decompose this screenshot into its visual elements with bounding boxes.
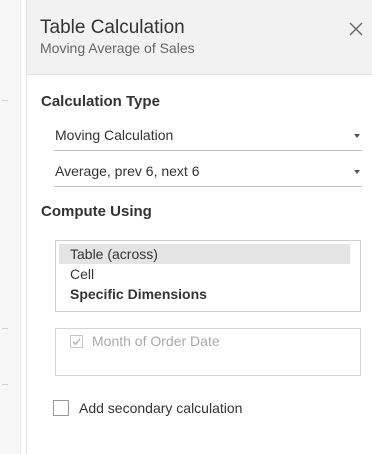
calculation-summary-dropdown[interactable]: Average, prev 6, next 6 xyxy=(54,158,362,187)
calculation-type-heading: Calculation Type xyxy=(41,93,160,110)
strip-tick xyxy=(2,100,8,101)
table-calculation-dialog: Table Calculation Moving Average of Sale… xyxy=(26,0,372,454)
calculation-type-value: Moving Calculation xyxy=(55,127,174,143)
chevron-down-icon xyxy=(354,134,360,138)
strip-tick xyxy=(2,384,8,385)
dimensions-list: Month of Order Date xyxy=(55,328,361,376)
dialog-subtitle: Moving Average of Sales xyxy=(40,40,195,56)
dialog-header: Table Calculation Moving Average of Sale… xyxy=(27,0,372,75)
dimension-label: Month of Order Date xyxy=(92,333,220,349)
checkmark-icon xyxy=(72,338,81,346)
background-panel-strip xyxy=(0,0,21,454)
calculation-summary-value: Average, prev 6, next 6 xyxy=(55,163,200,179)
secondary-calculation-checkbox[interactable] xyxy=(53,400,69,416)
chevron-down-icon xyxy=(354,170,360,174)
dialog-title: Table Calculation xyxy=(40,17,185,38)
compute-using-heading: Compute Using xyxy=(41,203,152,220)
close-button[interactable] xyxy=(347,20,365,38)
strip-tick xyxy=(2,328,8,329)
compute-option-specific-dimensions[interactable]: Specific Dimensions xyxy=(59,284,350,304)
compute-using-listbox[interactable]: Table (across) Cell Specific Dimensions xyxy=(55,240,361,312)
calculation-type-dropdown[interactable]: Moving Calculation xyxy=(54,122,362,151)
secondary-calculation-label[interactable]: Add secondary calculation xyxy=(79,400,242,416)
compute-option-cell[interactable]: Cell xyxy=(59,264,350,284)
compute-option-table-across[interactable]: Table (across) xyxy=(59,244,350,264)
close-icon xyxy=(349,22,363,36)
dimension-checkbox xyxy=(70,335,83,348)
